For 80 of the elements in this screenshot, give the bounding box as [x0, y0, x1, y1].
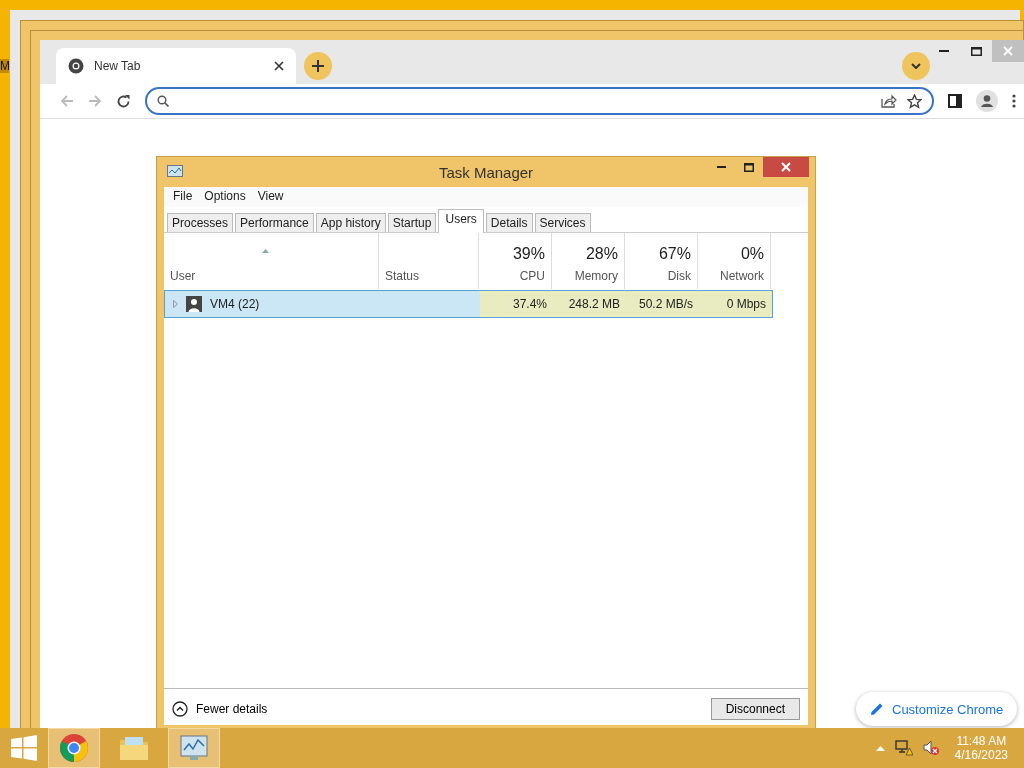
table-cell: 248.2 MB: [568, 297, 620, 311]
column-header[interactable]: 28% Memory: [552, 233, 625, 289]
column-label: User: [170, 269, 197, 283]
tab[interactable]: Startup: [387, 213, 437, 232]
table-row[interactable]: VM4 (22) 37.4% 248.2 MB 50.2 MB/s 0 Mbps: [164, 290, 773, 318]
sort-caret-icon: [262, 249, 269, 253]
column-total: 67%: [657, 245, 691, 263]
chevron-up-circle-icon: [172, 701, 188, 717]
star-icon[interactable]: [907, 93, 922, 109]
clock-date: 4/16/2023: [954, 748, 1008, 762]
close-icon[interactable]: [274, 61, 284, 71]
fewer-details-button[interactable]: Fewer details: [172, 701, 268, 717]
network-status-button[interactable]: [894, 740, 913, 756]
forward-arrow-icon: [88, 94, 102, 108]
person-icon: [976, 90, 998, 112]
reload-button[interactable]: [116, 93, 131, 109]
side-panel-button[interactable]: [948, 94, 962, 108]
column-header[interactable]: Status: [379, 233, 479, 289]
tab[interactable]: App history: [315, 213, 386, 232]
table-cell: 0 Mbps: [726, 297, 766, 311]
menu-button[interactable]: [1012, 94, 1016, 108]
reload-icon: [116, 93, 131, 109]
user-name: VM4 (22): [210, 297, 260, 311]
caret-up-icon: [875, 745, 885, 751]
minimize-icon: [716, 166, 726, 168]
tab[interactable]: Processes: [167, 213, 234, 232]
pencil-icon: [870, 702, 884, 716]
column-header[interactable]: 0% Network: [698, 233, 771, 289]
back-arrow-icon: [60, 94, 74, 108]
column-header[interactable]: 67% Disk: [625, 233, 698, 289]
close-icon: [1003, 46, 1013, 56]
close-button[interactable]: [763, 157, 809, 177]
column-label: Disk: [666, 269, 691, 283]
column-total: 28%: [584, 245, 618, 263]
network-warning-icon: [894, 740, 913, 756]
speaker-muted-icon: [922, 740, 939, 756]
column-label: Network: [719, 269, 764, 283]
windows-logo-icon: [11, 735, 37, 761]
table-cell: 50.2 MB/s: [638, 297, 693, 311]
minimize-icon: [939, 50, 949, 52]
table-cell: 37.4%: [512, 297, 547, 311]
column-header[interactable]: User: [164, 233, 379, 289]
monitor-chart-icon: [179, 733, 209, 763]
column-header[interactable]: 39% CPU: [479, 233, 552, 289]
desktop-icon-label: M: [0, 59, 9, 73]
close-icon: [781, 162, 791, 172]
column-label: CPU: [518, 269, 545, 283]
column-total: 0%: [739, 245, 764, 263]
customize-chrome-button[interactable]: Customize Chrome: [856, 692, 1018, 726]
tab[interactable]: Performance: [235, 213, 314, 232]
column-total: 39%: [511, 245, 545, 263]
side-panel-icon: [948, 94, 962, 108]
browser-tab[interactable]: New Tab: [56, 48, 296, 84]
maximize-icon: [970, 46, 982, 56]
volume-button[interactable]: [922, 740, 939, 756]
user-icon: [186, 296, 202, 312]
new-tab-button[interactable]: [304, 52, 332, 80]
taskbar-app-button[interactable]: [48, 728, 100, 768]
share-icon[interactable]: [881, 94, 897, 108]
search-icon: [157, 95, 169, 107]
tab[interactable]: Users: [438, 209, 484, 233]
address-field[interactable]: [145, 87, 934, 115]
plus-icon: [312, 60, 324, 72]
column-label: Memory: [573, 269, 618, 283]
column-label: Status: [385, 269, 421, 283]
tab[interactable]: Services: [534, 213, 591, 232]
more-vertical-icon: [1012, 94, 1016, 108]
menu-item[interactable]: View: [254, 189, 287, 205]
disconnect-button[interactable]: Disconnect: [710, 698, 800, 720]
clock-time: 11:48 AM: [956, 734, 1007, 748]
tab-title: New Tab: [94, 59, 142, 73]
profile-button[interactable]: [976, 90, 998, 112]
menu-item[interactable]: Options: [201, 189, 249, 205]
chevron-down-icon: [911, 63, 921, 69]
window-title: Task Manager: [438, 163, 534, 181]
tab-search-button[interactable]: [902, 52, 930, 80]
menu-item[interactable]: File: [170, 189, 196, 205]
monitor-chart-icon: [167, 165, 183, 179]
maximize-icon: [744, 162, 754, 172]
tab[interactable]: Details: [485, 213, 533, 232]
